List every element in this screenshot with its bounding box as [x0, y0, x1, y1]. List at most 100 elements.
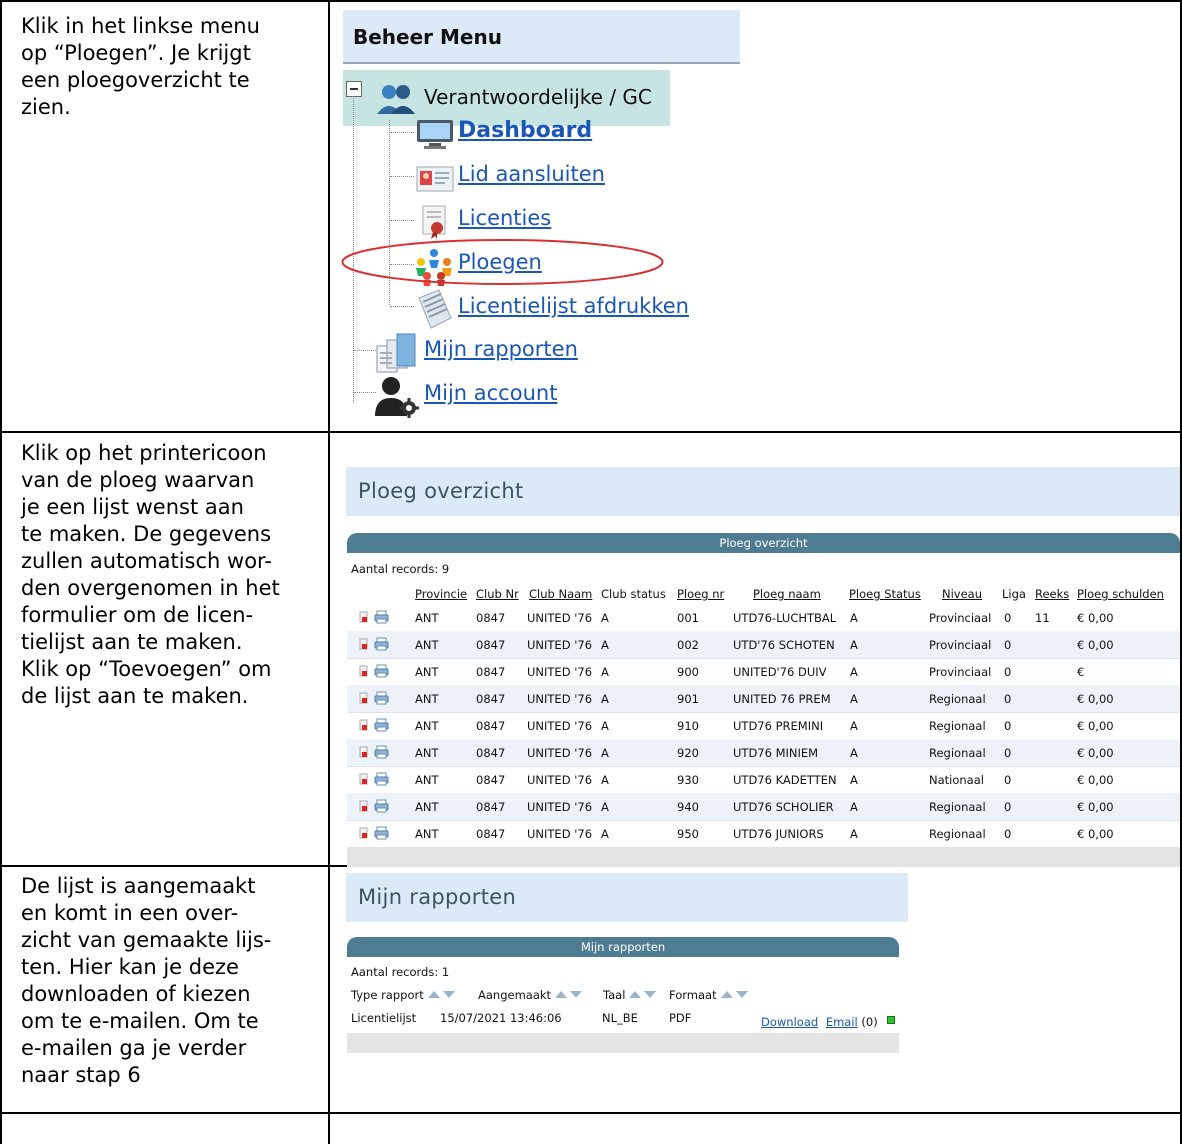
- cell-club-nr: 0847: [476, 800, 506, 814]
- add-list-icon[interactable]: [359, 746, 369, 758]
- printer-icon[interactable]: [374, 826, 389, 840]
- cell-liga: 0: [1004, 638, 1012, 652]
- step-3-line: De lijst is aangemaakt: [21, 874, 256, 898]
- printer-icon[interactable]: [374, 718, 389, 732]
- cell-niveau: Nationaal: [929, 773, 984, 787]
- add-list-icon[interactable]: [359, 611, 369, 623]
- cell-ploeg-naam: UTD76-LUCHTBAL: [733, 611, 837, 625]
- printer-icon[interactable]: [374, 664, 389, 678]
- cell-niveau: Provinciaal: [929, 638, 992, 652]
- cell-ploeg-schulden: € 0,00: [1077, 719, 1114, 733]
- table-row: ANT 0847 UNITED '76 A 950 UTD76 JUNIORS A Regio…: [347, 820, 1180, 848]
- table-row: ANT 0847 UNITED '76 A 930 UTD76 KADETTEN A Nati…: [347, 766, 1180, 794]
- reports-icon: [376, 333, 416, 373]
- printer-icon[interactable]: [374, 610, 389, 624]
- col-formaat[interactable]: Formaat: [669, 988, 748, 1002]
- printer-icon[interactable]: [374, 772, 389, 786]
- cell-ploeg-nr: 001: [677, 611, 699, 625]
- cell-provincie: ANT: [415, 746, 439, 760]
- cell-ploeg-nr: 910: [677, 719, 699, 733]
- cell-club-nr: 0847: [476, 719, 506, 733]
- step-1-line: Klik in het linkse menu: [21, 14, 260, 38]
- col-club-naam[interactable]: Club Naam: [529, 587, 592, 601]
- add-list-icon[interactable]: [359, 800, 369, 812]
- menu-item-mijn-account[interactable]: Mijn account: [424, 381, 557, 405]
- step-1-line: op “Ploegen”. Je krijgt: [21, 41, 251, 65]
- ploeg-grid-titlebar: Ploeg overzicht: [347, 533, 1180, 553]
- report-language: NL_BE: [602, 1011, 638, 1025]
- col-ploeg-naam[interactable]: Ploeg naam: [753, 587, 821, 601]
- menu-item-mijn-rapporten[interactable]: Mijn rapporten: [424, 337, 578, 361]
- col-club-nr[interactable]: Club Nr: [476, 587, 519, 601]
- collapse-icon[interactable]: [346, 81, 362, 97]
- cell-ploeg-status: A: [850, 746, 858, 760]
- printer-icon[interactable]: [374, 691, 389, 705]
- add-list-icon[interactable]: [359, 827, 369, 839]
- table-row: Licentielijst 15/07/2021 13:46:06 NL_BE …: [347, 1005, 899, 1031]
- add-list-icon[interactable]: [359, 665, 369, 677]
- menu-item-lid-aansluiten[interactable]: Lid aansluiten: [458, 162, 605, 186]
- download-link[interactable]: Download: [761, 1015, 818, 1029]
- cell-provincie: ANT: [415, 665, 439, 679]
- col-ploeg-nr[interactable]: Ploeg nr: [677, 587, 724, 601]
- cell-reeks: 11: [1035, 611, 1050, 625]
- sort-arrows-icon[interactable]: [427, 988, 455, 1002]
- cell-ploeg-naam: UTD76 JUNIORS: [733, 827, 824, 841]
- email-count: (0): [861, 1015, 878, 1029]
- col-ploeg-schulden[interactable]: Ploeg schulden: [1077, 587, 1164, 601]
- col-aangemaakt-label: Aangemaakt: [478, 988, 552, 1002]
- add-list-icon[interactable]: [359, 692, 369, 704]
- printer-icon[interactable]: [374, 799, 389, 813]
- sort-arrows-icon[interactable]: [720, 988, 748, 1002]
- table-row-divider-1: [0, 431, 1182, 433]
- step-2-line: van de ploeg waarvan: [21, 468, 255, 492]
- col-formaat-label: Formaat: [669, 988, 717, 1002]
- menu-item-licentielijst-afdrukken[interactable]: Licentielijst afdrukken: [458, 294, 689, 318]
- step-3-line: en komt in een over-: [21, 901, 239, 925]
- rapporten-grid-footer: [347, 1033, 899, 1053]
- printer-icon[interactable]: [374, 745, 389, 759]
- add-list-icon[interactable]: [359, 638, 369, 650]
- sort-arrows-icon[interactable]: [555, 988, 583, 1002]
- col-niveau[interactable]: Niveau: [942, 587, 982, 601]
- menu-root-label[interactable]: Verantwoordelijke / GC: [424, 85, 652, 109]
- cell-ploeg-naam: UTD76 MINIEM: [733, 746, 819, 760]
- cell-niveau: Provinciaal: [929, 665, 992, 679]
- step-1-instruction: Klik in het linkse menu op “Ploegen”. Je…: [21, 13, 319, 121]
- col-reeks[interactable]: Reeks: [1035, 587, 1069, 601]
- col-taal[interactable]: Taal: [603, 988, 657, 1002]
- print-list-icon: [418, 289, 452, 329]
- cell-club-status: A: [601, 746, 609, 760]
- col-ploeg-status[interactable]: Ploeg Status: [849, 587, 921, 601]
- cell-ploeg-schulden: € 0,00: [1077, 611, 1114, 625]
- cell-provincie: ANT: [415, 692, 439, 706]
- col-aangemaakt[interactable]: Aangemaakt: [478, 988, 583, 1002]
- beheer-menu: Beheer Menu Verantwoordelijke / GC Dashb…: [343, 10, 740, 420]
- add-list-icon[interactable]: [359, 773, 369, 785]
- cell-niveau: Regionaal: [929, 827, 986, 841]
- cell-liga: 0: [1004, 611, 1012, 625]
- col-provincie[interactable]: Provincie: [415, 587, 467, 601]
- printer-icon[interactable]: [374, 637, 389, 651]
- tree-line: [390, 220, 414, 221]
- menu-item-licenties[interactable]: Licenties: [458, 206, 551, 230]
- status-dot-icon: [887, 1016, 896, 1024]
- cell-liga: 0: [1004, 746, 1012, 760]
- cell-club-nr: 0847: [476, 773, 506, 787]
- sort-arrows-icon[interactable]: [629, 988, 657, 1002]
- cell-liga: 0: [1004, 827, 1012, 841]
- table-row: ANT 0847 UNITED '76 A 920 UTD76 MINIEM A Region…: [347, 739, 1180, 767]
- add-list-icon[interactable]: [359, 719, 369, 731]
- ploeg-grid: Ploeg overzicht Aantal records: 9 Provin…: [347, 533, 1180, 867]
- account-icon: [375, 377, 419, 418]
- step-1-line: een ploegoverzicht te: [21, 68, 250, 92]
- col-type-rapport[interactable]: Type rapport: [351, 988, 455, 1002]
- cell-provincie: ANT: [415, 611, 439, 625]
- monitor-icon: [417, 120, 453, 149]
- email-link[interactable]: Email: [826, 1015, 858, 1029]
- menu-item-dashboard[interactable]: Dashboard: [458, 118, 592, 143]
- id-card-icon: [416, 166, 454, 192]
- cell-club-nr: 0847: [476, 665, 506, 679]
- cell-liga: 0: [1004, 692, 1012, 706]
- step-3-line: ten. Hier kan je deze: [21, 955, 239, 979]
